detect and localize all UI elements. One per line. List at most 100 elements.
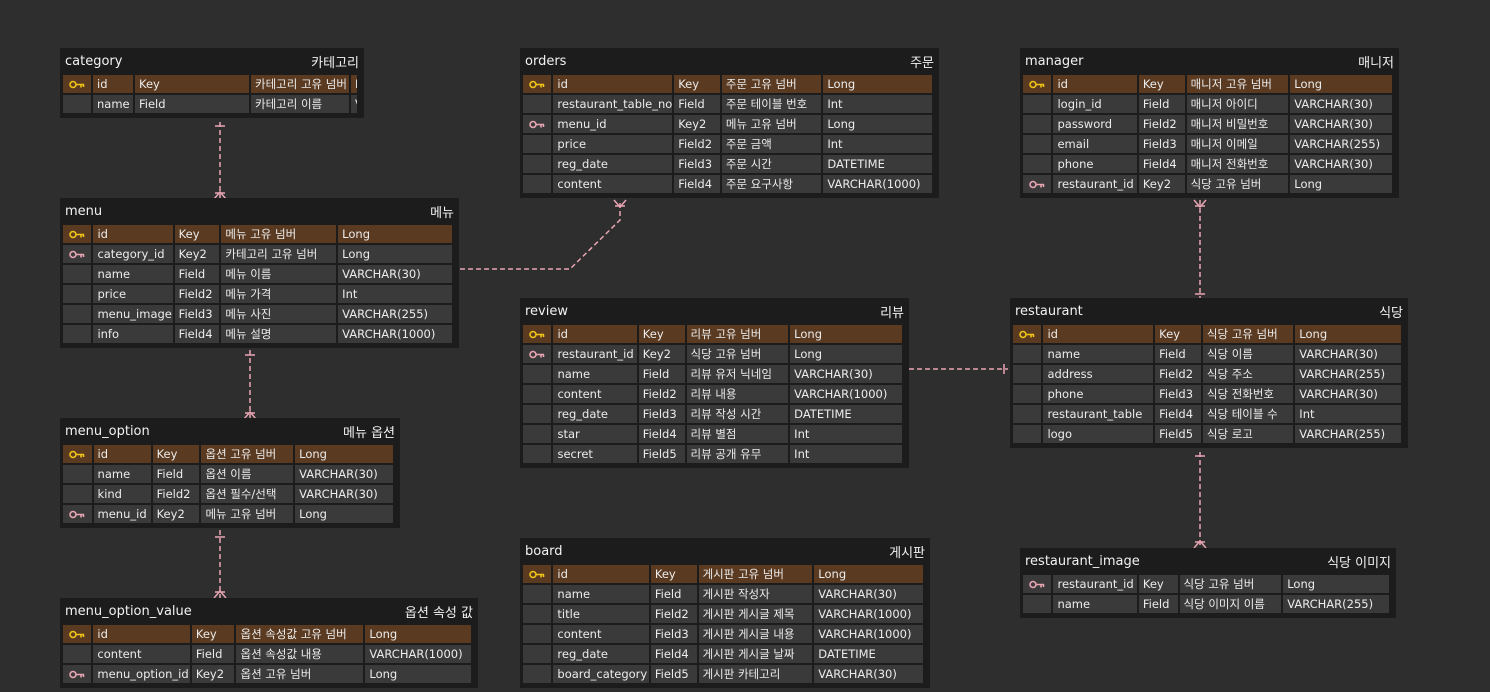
- entity-manager[interactable]: manager 매니저 id Key 매니저 고유 넘버 Long login_id Fiel…: [1020, 48, 1399, 198]
- column-row[interactable]: restaurant_table Field4 식당 테이블 수 Int: [1013, 405, 1401, 425]
- column-row[interactable]: content Field 옵션 속성값 내용 VARCHAR(1000): [63, 645, 471, 665]
- entity-restaurant-image[interactable]: restaurant_image 식당 이미지 restaurant_id Key 식당…: [1020, 548, 1396, 618]
- column-name: id: [93, 625, 190, 645]
- entity-menu[interactable]: menu 메뉴 id Key 메뉴 고유 넘버 Long category_id Key2 카테…: [60, 198, 459, 348]
- column-row[interactable]: kind Field2 옵션 필수/선택 VARCHAR(30): [63, 485, 393, 505]
- entity-menu-option[interactable]: menu_option 메뉴 옵션 id Key 옵션 고유 넘버 Long name Fie…: [60, 418, 400, 528]
- column-row[interactable]: category_id Key2 카테고리 고유 넘버 Long: [63, 245, 452, 265]
- column-name: id: [93, 445, 151, 465]
- column-row[interactable]: reg_date Field4 게시판 게시글 날짜 DATETIME: [523, 645, 923, 665]
- column-row[interactable]: menu_image Field3 메뉴 사진 VARCHAR(255): [63, 305, 452, 325]
- column-description: 매니저 전화번호: [1186, 155, 1289, 175]
- column-type: Long: [365, 665, 471, 685]
- column-row[interactable]: secret Field5 리뷰 공개 유무 Int: [523, 445, 902, 465]
- entity-name: menu: [65, 204, 103, 219]
- column-table: restaurant_id Key 식당 고유 넘버 Long name Field 식당 …: [1021, 575, 1391, 615]
- fk-key-icon: [63, 665, 92, 685]
- column-row[interactable]: id Key 메뉴 고유 넘버 Long: [63, 225, 452, 245]
- column-row[interactable]: content Field3 게시판 게시글 내용 VARCHAR(1000): [523, 625, 923, 645]
- key-kind: Field2: [638, 385, 685, 405]
- entity-label: 옵션 속성 값: [404, 606, 473, 621]
- column-name: address: [1043, 365, 1154, 385]
- no-key-cell: [1013, 425, 1042, 445]
- column-type: Long: [365, 625, 471, 645]
- column-row[interactable]: email Field3 매니저 이메일 VARCHAR(255): [1023, 135, 1392, 155]
- column-row[interactable]: name Field 식당 이름 VARCHAR(30): [1013, 345, 1401, 365]
- column-row[interactable]: id Key 식당 고유 넘버 Long: [1013, 325, 1401, 345]
- column-description: 게시판 게시글 제목: [698, 605, 813, 625]
- column-row[interactable]: phone Field3 식당 전화번호 VARCHAR(30): [1013, 385, 1401, 405]
- column-row[interactable]: reg_date Field3 리뷰 작성 시간 DATETIME: [523, 405, 902, 425]
- column-row[interactable]: star Field4 리뷰 별점 Int: [523, 425, 902, 445]
- column-description: 리뷰 작성 시간: [686, 405, 789, 425]
- column-row[interactable]: name Field 리뷰 유저 닉네임 VARCHAR(30): [523, 365, 902, 385]
- column-row[interactable]: menu_option_id Key2 옵션 고유 넘버 Long: [63, 665, 471, 685]
- column-type: VARCHAR(30): [338, 265, 452, 285]
- no-key-cell: [63, 285, 92, 305]
- column-name: price: [553, 135, 673, 155]
- key-kind: Key2: [174, 245, 220, 265]
- column-description: 주문 고유 넘버: [721, 75, 822, 95]
- pk-key-icon: [1013, 325, 1042, 345]
- entity-orders[interactable]: orders 주문 id Key 주문 고유 넘버 Long restaurant_tabl…: [520, 48, 939, 198]
- column-row[interactable]: name Field 옵션 이름 VARCHAR(30): [63, 465, 393, 485]
- column-row[interactable]: phone Field4 매니저 전화번호 VARCHAR(30): [1023, 155, 1392, 175]
- entity-header: menu 메뉴: [63, 198, 456, 225]
- column-type: Int: [790, 445, 902, 465]
- entity-category[interactable]: category카테고리idKey카테고리 고유 넘버LongnameField…: [60, 48, 364, 118]
- column-row[interactable]: content Field2 리뷰 내용 VARCHAR(1000): [523, 385, 902, 405]
- entity-menu-option-value[interactable]: menu_option_value 옵션 속성 값 id Key 옵션 속성값 고유 넘…: [60, 598, 478, 688]
- column-row[interactable]: password Field2 매니저 비밀번호 VARCHAR(30): [1023, 115, 1392, 135]
- column-type: Long: [1295, 325, 1401, 345]
- column-type: Int: [823, 95, 932, 115]
- column-row[interactable]: price Field2 메뉴 가격 Int: [63, 285, 452, 305]
- column-description: 옵션 고유 넘버: [236, 665, 364, 685]
- column-row[interactable]: id Key 옵션 고유 넘버 Long: [63, 445, 393, 465]
- entity-restaurant[interactable]: restaurant 식당 id Key 식당 고유 넘버 Long name Field 식당…: [1010, 298, 1408, 448]
- no-key-cell: [523, 155, 552, 175]
- entity-board[interactable]: board 게시판 id Key 게시판 고유 넘버 Long name Field 게시판 작…: [520, 538, 930, 688]
- column-row[interactable]: name Field 게시판 작성자 VARCHAR(30): [523, 585, 923, 605]
- column-row[interactable]: board_category Field5 게시판 카테고리 VARCHAR(30): [523, 665, 923, 685]
- column-row[interactable]: logo Field5 식당 로고 VARCHAR(255): [1013, 425, 1401, 445]
- column-row[interactable]: title Field2 게시판 게시글 제목 VARCHAR(1000): [523, 605, 923, 625]
- column-name: name: [553, 365, 637, 385]
- column-description: 메뉴 가격: [221, 285, 337, 305]
- column-row[interactable]: name Field 메뉴 이름 VARCHAR(30): [63, 265, 452, 285]
- column-name: id: [553, 75, 673, 95]
- column-description: 게시판 카테고리: [698, 665, 813, 685]
- column-row[interactable]: restaurant_table_no Field 주문 테이블 번호 Int: [523, 95, 932, 115]
- column-row[interactable]: id Key 게시판 고유 넘버 Long: [523, 565, 923, 585]
- column-row[interactable]: address Field2 식당 주소 VARCHAR(255): [1013, 365, 1401, 385]
- column-row[interactable]: menu_id Key2 메뉴 고유 넘버 Long: [523, 115, 932, 135]
- column-type: Long: [338, 245, 452, 265]
- column-row[interactable]: content Field4 주문 요구사항 VARCHAR(1000): [523, 175, 932, 195]
- column-row[interactable]: nameField카테고리 이름VARCHAR(30): [63, 95, 357, 115]
- column-row[interactable]: name Field 식당 이미지 이름 VARCHAR(255): [1023, 595, 1389, 615]
- no-key-cell: [63, 485, 92, 505]
- column-row[interactable]: id Key 옵션 속성값 고유 넘버 Long: [63, 625, 471, 645]
- column-row[interactable]: restaurant_id Key2 식당 고유 넘버 Long: [523, 345, 902, 365]
- column-description: 메뉴 고유 넘버: [221, 225, 337, 245]
- column-row[interactable]: restaurant_id Key 식당 고유 넘버 Long: [1023, 575, 1389, 595]
- entity-review[interactable]: review 리뷰 id Key 리뷰 고유 넘버 Long restaurant_id Ke…: [520, 298, 909, 468]
- key-kind: Key2: [152, 505, 200, 525]
- column-type: Long: [814, 565, 923, 585]
- column-row[interactable]: id Key 매니저 고유 넘버 Long: [1023, 75, 1392, 95]
- column-row[interactable]: login_id Field 매니저 아이디 VARCHAR(30): [1023, 95, 1392, 115]
- column-row[interactable]: info Field4 메뉴 설명 VARCHAR(1000): [63, 325, 452, 345]
- key-kind: Field2: [174, 285, 220, 305]
- column-row[interactable]: price Field2 주문 금액 Int: [523, 135, 932, 155]
- column-description: 옵션 속성값 내용: [236, 645, 364, 665]
- column-row[interactable]: menu_id Key2 메뉴 고유 넘버 Long: [63, 505, 393, 525]
- key-kind: Key: [650, 565, 697, 585]
- column-type: VARCHAR(30): [790, 365, 902, 385]
- column-row[interactable]: restaurant_id Key2 식당 고유 넘버 Long: [1023, 175, 1392, 195]
- column-row[interactable]: id Key 주문 고유 넘버 Long: [523, 75, 932, 95]
- entity-label: 식당 이미지: [1327, 556, 1391, 571]
- column-row[interactable]: idKey카테고리 고유 넘버Long: [63, 75, 357, 95]
- key-kind: Field3: [174, 305, 220, 325]
- column-row[interactable]: reg_date Field3 주문 시간 DATETIME: [523, 155, 932, 175]
- column-type: VARCHAR(255): [1290, 135, 1392, 155]
- column-row[interactable]: id Key 리뷰 고유 넘버 Long: [523, 325, 902, 345]
